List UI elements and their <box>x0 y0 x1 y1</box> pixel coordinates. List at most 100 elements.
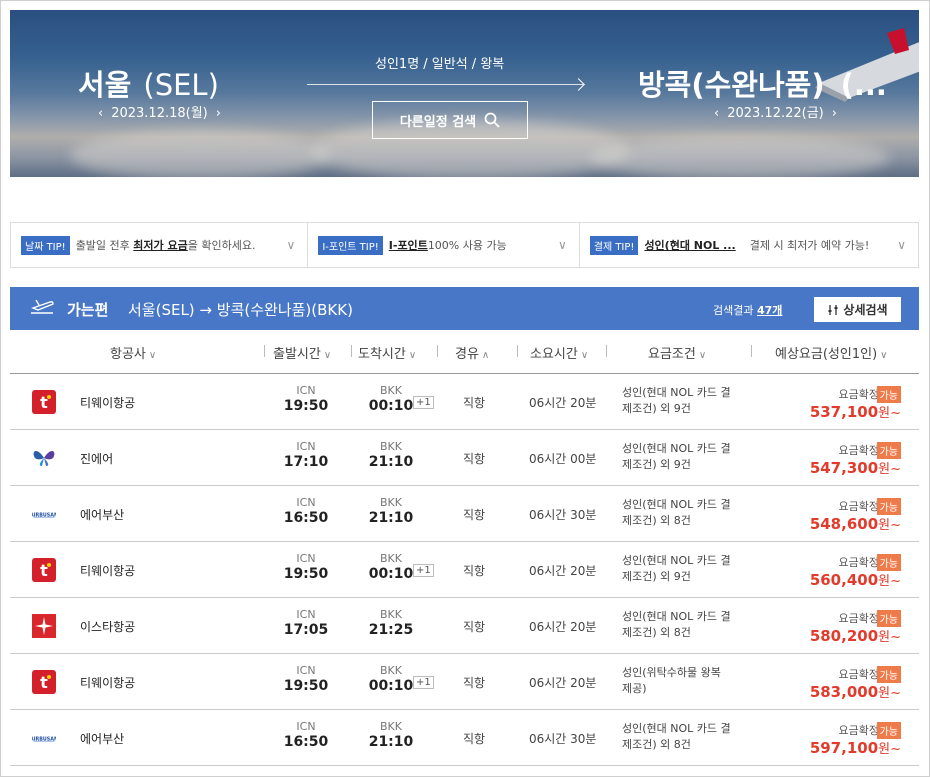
fare-condition-line: 제조건) 외 <box>622 402 674 415</box>
route-arrow-icon <box>307 84 583 85</box>
fare-conditions[interactable]: 성인(현대 NOL 카드 결 제조건) 외 9건 <box>622 441 752 473</box>
chevron-down-icon[interactable]: ∨ <box>897 238 906 252</box>
ipoint-tip[interactable]: I-포인트 TIP! I-포인트 100% 사용 가능 ∨ <box>308 223 580 267</box>
arrival-time: 00:10 <box>368 398 414 414</box>
sort-stops[interactable]: 경유 ∧ <box>455 343 489 362</box>
airline-name: 진에어 <box>80 452 114 466</box>
chevron-down-icon[interactable]: ∨ <box>287 238 296 252</box>
jinair-logo-icon <box>32 446 56 470</box>
airline-name: 에어부산 <box>80 508 125 522</box>
flight-duration: 06시간 20분 <box>529 676 597 690</box>
arrival-time: 21:10 <box>368 734 414 750</box>
eastar-logo-icon <box>32 614 56 638</box>
results-count-value[interactable]: 47개 <box>757 304 782 317</box>
destination-city: 방콕(수완나품) (... <box>638 62 887 104</box>
sort-conditions[interactable]: 요금조건 ∨ <box>648 343 706 362</box>
alternate-schedule-search-label: 다른일정 검색 <box>399 114 477 130</box>
fare-conditions[interactable]: 성인(현대 NOL 카드 결 제조건) 외 9건 <box>622 385 752 417</box>
detail-search-button[interactable]: 상세검색 <box>814 297 901 322</box>
fare-condition-count: 8건 <box>673 738 691 751</box>
fare-condition-line: 성인(현대 NOL 카드 결 <box>622 610 731 623</box>
stops: 직항 <box>463 676 486 690</box>
flight-row[interactable]: AIRBUSAN 에어부산 ICN16:50 BKK21:10 직항 06시간 30분 성인… <box>10 710 919 766</box>
departure-time: 17:10 <box>283 454 329 470</box>
tip-badge: 날짜 TIP! <box>21 235 70 255</box>
svg-text:t: t <box>40 673 48 692</box>
fare-condition-count: 9건 <box>673 570 691 583</box>
sort-airline[interactable]: 항공사 ∨ <box>110 343 156 362</box>
price-value: 580,200 <box>809 627 879 645</box>
available-badge: 가능 <box>876 554 901 571</box>
next-date-chevron-icon[interactable]: › <box>216 106 221 121</box>
price-currency: 원~ <box>878 686 901 701</box>
arrival-airport-code: BKK <box>380 496 402 509</box>
available-badge: 가능 <box>876 386 901 403</box>
flight-row[interactable]: t 티웨이항공 ICN 19:50 BKK 00:10 +1 직항 06시간 20분 성인(위탁수… <box>10 654 919 710</box>
flight-row[interactable]: 진에어 ICN 17:10 BKK 21:10 직항 06시간 00분 성인(현대 NOL 카… <box>10 430 919 486</box>
departure-airport-code: ICN <box>296 440 316 453</box>
departure-airport-code: ICN <box>296 384 316 397</box>
tip-highlight: I-포인트 <box>388 239 428 252</box>
fare-confirmed-label: 요금확정 <box>838 388 879 401</box>
origin-date-value[interactable]: 2023.12.18(월) <box>111 106 208 121</box>
fare-condition-line: 성인(현대 NOL 카드 결 <box>622 722 731 735</box>
fare-confirmed-label: 요금확정 <box>838 556 879 569</box>
prev-date-chevron-icon[interactable]: ‹ <box>98 106 103 121</box>
column-label: 출발시간 <box>273 347 321 362</box>
sort-arrival[interactable]: 도착시간 ∨ <box>358 343 416 362</box>
flight-row[interactable]: 이스타항공 ICN 17:05 BKK 21:25 직항 06시간 20분 성인(현대 NOL… <box>10 598 919 654</box>
column-label: 도착시간 <box>358 347 406 362</box>
fare-price[interactable]: 548,600원~ <box>810 514 901 533</box>
fare-conditions[interactable]: 성인(현대 NOL 카드 결 제조건) 외 8건 <box>622 609 752 641</box>
column-label: 예상요금(성인1인) <box>775 347 878 362</box>
flight-duration: 06시간 20분 <box>529 396 597 410</box>
fare-price[interactable]: 560,400원~ <box>810 570 901 589</box>
sort-price[interactable]: 예상요금(성인1인) ∨ <box>775 343 887 362</box>
fare-conditions[interactable]: 성인(현대 NOL 카드 결 제조건) 외 9건 <box>622 553 752 585</box>
chevron-down-icon[interactable]: ∨ <box>558 238 567 252</box>
next-day-badge: +1 <box>413 676 434 689</box>
airline-name: 에어부산 <box>80 732 125 746</box>
next-date-chevron-icon[interactable]: › <box>832 106 837 121</box>
origin-date: ‹ 2023.12.18(월) › <box>90 102 229 121</box>
next-day-badge: +1 <box>413 396 434 409</box>
detail-search-label: 상세검색 <box>843 303 888 317</box>
destination-date: ‹ 2023.12.22(금) › <box>706 102 845 121</box>
flight-duration: 06시간 30분 <box>529 732 597 746</box>
column-divider <box>606 345 607 357</box>
alternate-schedule-search-button[interactable]: 다른일정 검색 <box>372 101 528 139</box>
payment-tip[interactable]: 결제 TIP! 성인(현대 NOL ... 결제 시 최저가 예약 가능! ∨ <box>580 223 918 267</box>
departure-airport-code: ICN <box>296 608 316 621</box>
sort-duration[interactable]: 소요시간 ∨ <box>530 343 588 362</box>
tway-logo-icon: t <box>32 558 56 582</box>
price-currency: 원~ <box>878 406 901 421</box>
stops: 직항 <box>463 732 486 746</box>
arrival-time: 21:25 <box>368 622 414 638</box>
flight-row[interactable]: t 티웨이항공 ICN 19:50 BKK 00:10 +1 직항 06시간 20분 성인(현대 … <box>10 374 919 430</box>
airline-name: 티웨이항공 <box>80 564 136 578</box>
fare-price[interactable]: 537,100원~ <box>810 402 901 421</box>
date-tip[interactable]: 날짜 TIP! 출발일 전후 최저가 요금 을 확인하세요. ∨ <box>11 223 309 267</box>
fare-price[interactable]: 583,000원~ <box>810 682 901 701</box>
chevron-down-icon: ∨ <box>880 350 888 361</box>
column-label: 요금조건 <box>648 347 696 362</box>
fare-price[interactable]: 547,300원~ <box>810 458 901 477</box>
airline-name: 티웨이항공 <box>80 676 136 690</box>
fare-conditions[interactable]: 성인(위탁수하물 왕복 제공) <box>622 665 752 697</box>
results-count: 검색결과 47개 <box>713 302 782 318</box>
fare-price[interactable]: 580,200원~ <box>810 626 901 645</box>
flight-row[interactable]: t 티웨이항공 ICN 19:50 BKK 00:10 +1 직항 06시간 20분 성인(현대 … <box>10 542 919 598</box>
column-headers: 항공사 ∨ 출발시간 ∨ 도착시간 ∨ 경유 ∧ 소요시간 ∨ 요금조건 ∨ 예상요금(성인… <box>10 330 919 374</box>
flight-row[interactable]: AIRBUSAN 에어부산 ICN16:50 BKK21:10 직항 06시간 30분 성인… <box>10 486 919 542</box>
tip-highlight: 성인(현대 NOL ... <box>644 239 736 252</box>
airline-name: 티웨이항공 <box>80 396 136 410</box>
prev-date-chevron-icon[interactable]: ‹ <box>714 106 719 121</box>
sort-departure[interactable]: 출발시간 ∨ <box>273 343 331 362</box>
fare-price[interactable]: 597,100원~ <box>810 738 901 757</box>
flight-duration: 06시간 20분 <box>529 620 597 634</box>
price-currency: 원~ <box>878 630 901 645</box>
price-value: 537,100 <box>809 403 879 421</box>
destination-date-value[interactable]: 2023.12.22(금) <box>727 106 824 121</box>
fare-conditions[interactable]: 성인(현대 NOL 카드 결 제조건) 외 8건 <box>622 721 752 753</box>
fare-conditions[interactable]: 성인(현대 NOL 카드 결 제조건) 외 8건 <box>622 497 752 529</box>
